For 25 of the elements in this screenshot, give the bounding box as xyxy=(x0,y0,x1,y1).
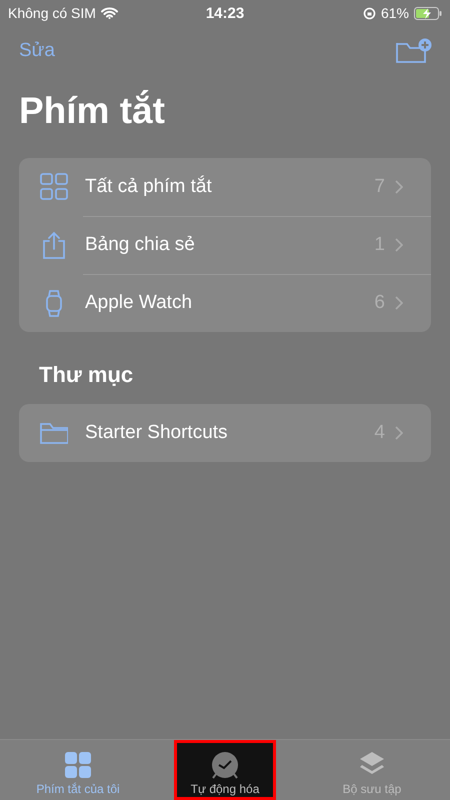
clock-icon xyxy=(211,751,239,779)
clock-time: 14:23 xyxy=(206,4,244,22)
grid-icon xyxy=(64,751,92,779)
tab[interactable]: Tự động hóa xyxy=(174,740,276,800)
chevron-icon xyxy=(395,296,403,310)
row-label: Starter Shortcuts xyxy=(85,422,229,444)
grid-icon xyxy=(40,173,68,201)
chevron-icon xyxy=(395,426,403,440)
chevron-icon xyxy=(395,180,403,194)
tab[interactable]: Phím tắt của tôi xyxy=(0,740,156,800)
battery-percent: 61% xyxy=(380,5,409,21)
rotation-lock-icon xyxy=(362,6,376,20)
row-label: Tất cả phím tắt xyxy=(85,176,213,198)
edit-button[interactable]: Sửa xyxy=(19,40,55,62)
chevron-icon xyxy=(395,238,403,252)
section-heading: Thư mục xyxy=(39,362,134,388)
row-label: Apple Watch xyxy=(85,292,194,314)
row-label: Bảng chia sẻ xyxy=(85,234,196,256)
tab[interactable]: Bộ sưu tập xyxy=(294,740,450,800)
carrier-text: Không có SIM xyxy=(8,5,96,21)
battery-icon xyxy=(414,6,442,20)
wifi-icon xyxy=(100,7,118,19)
share-icon xyxy=(40,231,68,259)
new-folder-button[interactable] xyxy=(396,38,432,64)
page-title: Phím tắt xyxy=(19,90,166,132)
